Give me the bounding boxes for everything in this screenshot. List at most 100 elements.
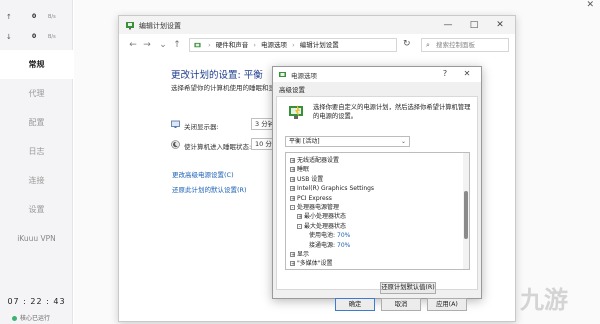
tree-item[interactable]: - 处理器电源管理 [290, 203, 339, 212]
sidebar-item-settings[interactable]: 设置 [0, 195, 73, 224]
upload-speed: ↑ 0 B/s [0, 12, 73, 24]
tree-scrollbar[interactable] [463, 153, 469, 269]
apply-button[interactable]: 应用(A) [427, 298, 467, 311]
collapse-icon[interactable]: - [297, 223, 302, 229]
expand-icon[interactable]: + [290, 158, 295, 164]
advanced-settings-pane: 选择你要自定义的电源计划，然后选择你希望计算机管理的电源的设置。 平衡 [活动]… [276, 96, 478, 294]
expand-icon[interactable]: + [290, 261, 295, 267]
sidebar-item-proxy[interactable]: 代理 [0, 79, 73, 108]
sidebar-item-logs[interactable]: 日志 [0, 137, 73, 166]
restore-plan-defaults-button[interactable]: 还原计划默认值(R) [380, 282, 436, 294]
close-button[interactable]: ✕ [489, 18, 511, 32]
download-speed: ↓ 0 B/s [0, 32, 73, 44]
power-options-icon [279, 72, 286, 77]
display-off-select[interactable]: 3 分钟 [251, 118, 273, 130]
breadcrumb-separator-icon: › [208, 41, 211, 49]
plan-select-value: 平衡 [活动] [289, 138, 320, 145]
sidebar-item-connections[interactable]: 连接 [0, 166, 73, 195]
breadcrumb-hardware-sound[interactable]: 硬件和声音 [216, 41, 249, 49]
plan-select[interactable]: 平衡 [活动] ⌄ [285, 136, 410, 147]
upload-speed-unit: B/s [48, 14, 56, 20]
tree-item[interactable]: 接通电源: 70% [304, 241, 350, 250]
tree-item-label: 使用电池: [309, 232, 336, 240]
clock: 07 : 22 : 43 [7, 297, 66, 306]
download-arrow-icon: ↓ [6, 33, 12, 41]
expand-icon[interactable]: + [290, 195, 295, 201]
advanced-settings-link[interactable]: 更改高级电源设置(C) [172, 169, 234, 179]
ok-button[interactable]: 确定 [335, 298, 375, 311]
display-off-label: 关闭显示器: [184, 123, 219, 131]
expand-icon[interactable]: + [290, 176, 295, 182]
tree-scrollbar-thumb[interactable] [464, 191, 468, 239]
tree-item-value[interactable]: 70% [337, 242, 350, 249]
tree-item[interactable]: + "多媒体"设置 [290, 259, 333, 268]
tree-item-label: USB 设置 [297, 175, 324, 183]
search-placeholder: 搜索控制面板 [436, 41, 475, 49]
tree-item-label: Intel(R) Graphics Settings [297, 185, 375, 193]
tree-item-label: 处理器电源管理 [297, 204, 340, 211]
breadcrumb-edit-plan[interactable]: 编辑计划设置 [300, 41, 339, 49]
tree-item[interactable]: - 最大处理器状态 [297, 222, 346, 231]
breadcrumb-power-options[interactable]: 电源选项 [261, 41, 287, 49]
sidebar-item-general[interactable]: 常规 [0, 50, 73, 79]
app-sidebar: ↑ 0 B/s ↓ 0 B/s 常规 代理 配置 日志 连接 设置 iKuuu … [0, 0, 73, 324]
core-status: 核心已运行 [12, 313, 50, 322]
tree-item[interactable]: + 睡眠 [290, 165, 309, 174]
tree-item-label: 接通电源: [309, 241, 336, 249]
chevron-down-icon: ⌄ [400, 138, 406, 145]
cancel-button[interactable]: 取消 [381, 298, 421, 311]
address-bar[interactable]: › 硬件和声音 › 电源选项 › 编辑计划设置 [189, 38, 397, 52]
tree-item[interactable]: + 显示 [290, 250, 309, 259]
search-input[interactable]: ⌕ 搜索控制面板 [421, 38, 509, 52]
breadcrumb-separator-icon: › [253, 41, 256, 49]
forward-arrow-icon[interactable]: → [141, 39, 153, 51]
tree-item-label: 睡眠 [297, 166, 310, 174]
tab-advanced-settings[interactable]: 高级设置 [277, 84, 307, 94]
tree-item[interactable]: + Intel(R) Graphics Settings [290, 184, 374, 193]
tree-item[interactable]: + 最小处理器状态 [297, 212, 346, 221]
dialog-instructions: 选择你要自定义的电源计划，然后选择你希望计算机管理的电源的设置。 [313, 104, 471, 120]
back-arrow-icon[interactable]: ← [127, 39, 139, 51]
restore-defaults-link[interactable]: 还原此计划的默认设置(R) [172, 184, 247, 194]
control-panel-icon [194, 42, 201, 47]
dialog-close-button[interactable]: ✕ [459, 68, 475, 80]
dialog-titlebar[interactable]: 电源选项 ? ✕ [273, 67, 481, 82]
sidebar-nav: 常规 代理 配置 日志 连接 设置 iKuuu VPN [0, 50, 73, 253]
sidebar-item-profiles[interactable]: 配置 [0, 108, 73, 137]
tree-item-label: 最大处理器状态 [304, 222, 347, 230]
expand-icon[interactable]: + [290, 186, 295, 192]
upload-speed-value: 0 [32, 13, 37, 20]
sleep-select[interactable]: 10 分钟 [251, 138, 273, 150]
tree-item[interactable]: + USB 设置 [290, 175, 323, 184]
app-close-button[interactable]: ✕ [586, 0, 594, 10]
address-bar-row: ← → ⌄ ↑ › 硬件和声音 › 电源选项 › 编辑计划设置 ↻ ⌕ 搜索控制… [119, 35, 515, 55]
dialog-title: 电源选项 [291, 72, 317, 80]
tree-item-label: 显示 [297, 251, 310, 258]
tree-item-value[interactable]: 70% [337, 232, 350, 239]
expand-icon[interactable]: + [290, 167, 295, 173]
window-titlebar[interactable]: 编辑计划设置 — □ ✕ [119, 16, 515, 34]
recent-chevron-down-icon[interactable]: ⌄ [157, 39, 169, 51]
breadcrumb-separator-icon: › [292, 41, 295, 49]
settings-tree[interactable]: + 无线适配器设置 + 睡眠 + USB 设置 + Intel(R) Graphics Set… [285, 152, 470, 270]
collapse-icon[interactable]: - [290, 205, 295, 211]
maximize-button[interactable]: □ [463, 18, 485, 32]
dialog-body: 高级设置 选择你要自定义的电源计划，然后选择你希望计算机管理的电源的设置。 平衡… [273, 82, 481, 311]
tree-item[interactable]: + 无线适配器设置 [290, 156, 339, 165]
sleep-label: 使计算机进入睡眠状态: [184, 143, 252, 151]
search-icon: ⌕ [426, 41, 430, 49]
help-button[interactable]: ? [437, 68, 453, 80]
tree-item[interactable]: 使用电池: 70% [304, 231, 350, 240]
minimize-button[interactable]: — [437, 18, 459, 32]
expand-icon[interactable]: + [290, 252, 295, 258]
refresh-icon[interactable]: ↻ [403, 39, 411, 49]
tree-item[interactable]: + PCI Express [290, 194, 332, 203]
monitor-icon [171, 120, 180, 128]
expand-icon[interactable]: + [297, 214, 302, 220]
tree-item-label: 最小处理器状态 [304, 213, 347, 221]
watermark-logo: 九游 [520, 286, 568, 314]
download-speed-value: 0 [32, 33, 37, 40]
sidebar-item-ikuuu-vpn[interactable]: iKuuu VPN [0, 224, 73, 253]
tree-item-label: "多媒体"设置 [297, 260, 333, 268]
up-arrow-icon[interactable]: ↑ [171, 39, 183, 51]
